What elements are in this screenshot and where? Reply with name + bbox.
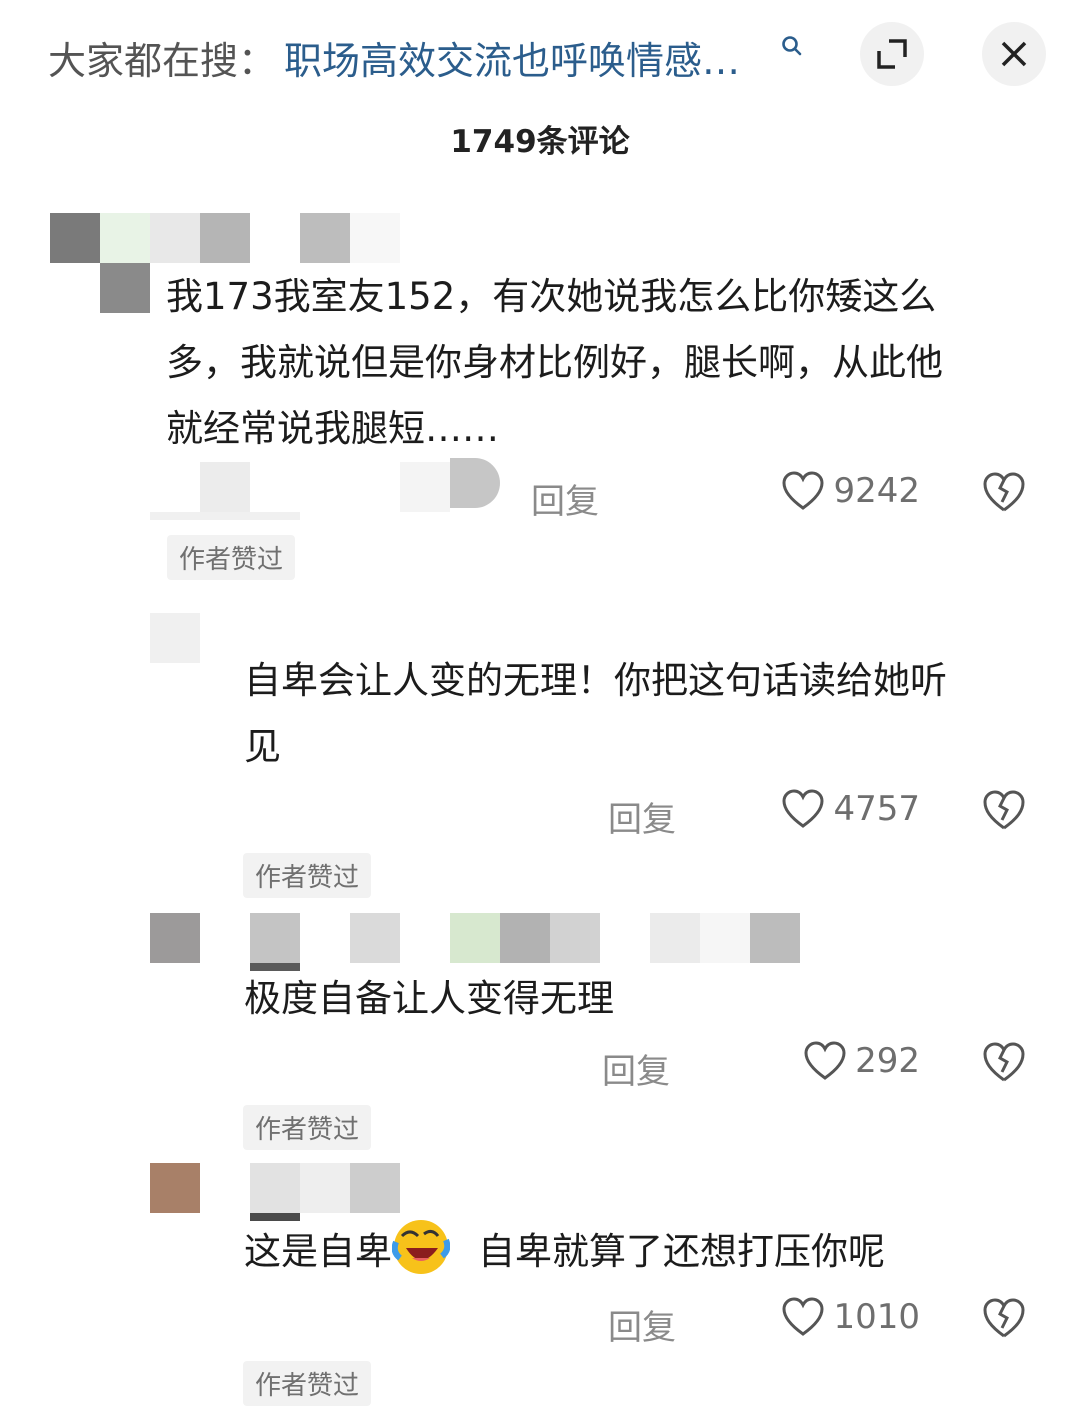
reply-button[interactable]: 回复 xyxy=(608,1300,676,1349)
like-count: 1010 xyxy=(833,1297,920,1337)
search-prefix: 大家都在搜： xyxy=(48,39,277,83)
comment-text: 这是自卑 自卑就算了还想打压你呢 xyxy=(244,1218,1064,1285)
dislike-broken-heart-icon[interactable] xyxy=(982,1296,1026,1340)
avatar[interactable] xyxy=(150,913,200,963)
dislike-broken-heart-icon[interactable] xyxy=(982,470,1026,514)
expand-button[interactable] xyxy=(860,22,924,86)
search-icon[interactable] xyxy=(780,34,804,58)
author-liked-badge: 作者赞过 xyxy=(243,1105,372,1150)
author-liked-badge: 作者赞过 xyxy=(243,1361,372,1406)
like-count: 9242 xyxy=(833,471,920,511)
heart-icon xyxy=(782,471,824,510)
reply-button[interactable]: 回复 xyxy=(608,792,676,841)
like-button[interactable]: 4757 xyxy=(781,788,920,830)
heart-icon xyxy=(804,1041,846,1080)
heart-icon xyxy=(782,1297,824,1336)
like-button[interactable]: 9242 xyxy=(781,470,920,512)
close-icon xyxy=(1001,41,1027,67)
comment-text: 极度自备让人变得无理 xyxy=(244,977,614,1020)
close-button[interactable] xyxy=(982,22,1046,86)
comment-text: 我173我室友152，有次她说我怎么比你矮这么 多，我就说但是你身材比例好，腿长… xyxy=(166,275,943,450)
avatar[interactable] xyxy=(150,1163,200,1213)
avatar[interactable] xyxy=(150,613,200,663)
dislike-broken-heart-icon[interactable] xyxy=(982,1040,1026,1084)
like-count: 292 xyxy=(855,1041,920,1081)
like-button[interactable]: 292 xyxy=(803,1040,920,1082)
like-count: 4757 xyxy=(833,789,920,829)
author-liked-badge: 作者赞过 xyxy=(167,535,296,580)
dislike-broken-heart-icon[interactable] xyxy=(982,788,1026,832)
heart-icon xyxy=(782,789,824,828)
reply-button[interactable]: 回复 xyxy=(602,1044,670,1093)
author-liked-badge: 作者赞过 xyxy=(243,853,372,898)
like-button[interactable]: 1010 xyxy=(781,1296,920,1338)
expand-icon xyxy=(877,39,907,69)
search-suggestion-link[interactable]: 职场高效交流也呼唤情感… xyxy=(284,30,784,85)
laughing-crying-emoji-icon xyxy=(391,1218,451,1276)
comment-count: 1749条评论 xyxy=(450,124,630,160)
reply-button[interactable]: 回复 xyxy=(531,474,599,523)
comment-text: 自卑会让人变的无理！你把这句话读给她听 见 xyxy=(244,659,947,768)
